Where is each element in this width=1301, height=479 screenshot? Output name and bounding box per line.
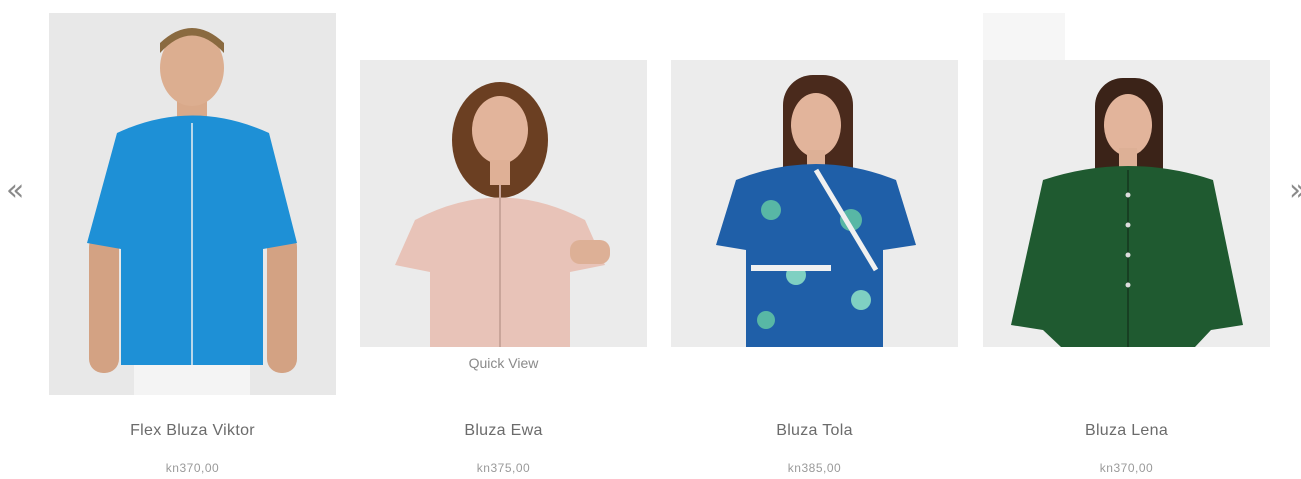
product-card: Quick View Bluza Ewa kn375,00 <box>360 0 647 479</box>
product-image[interactable] <box>983 60 1270 347</box>
product-price: kn375,00 <box>476 461 531 475</box>
carousel-next-icon[interactable]: » <box>1289 176 1301 206</box>
product-card: Bluza Lena kn370,00 <box>983 0 1270 479</box>
product-name[interactable]: Flex Bluza Viktor <box>49 422 336 440</box>
product-name[interactable]: Bluza Tola <box>671 422 958 440</box>
product-image[interactable] <box>49 13 336 395</box>
product-image[interactable] <box>360 60 647 347</box>
product-card: Bluza Tola kn385,00 <box>671 0 958 479</box>
carousel-prev-icon[interactable]: « <box>6 176 24 206</box>
product-price: kn370,00 <box>165 461 220 475</box>
product-card: Flex Bluza Viktor kn370,00 <box>49 0 336 479</box>
product-price: kn370,00 <box>1099 461 1154 475</box>
product-name[interactable]: Bluza Ewa <box>360 422 647 440</box>
product-image[interactable] <box>671 60 958 347</box>
product-price: kn385,00 <box>787 461 842 475</box>
product-name[interactable]: Bluza Lena <box>983 422 1270 440</box>
quick-view-button[interactable]: Quick View <box>360 348 647 378</box>
